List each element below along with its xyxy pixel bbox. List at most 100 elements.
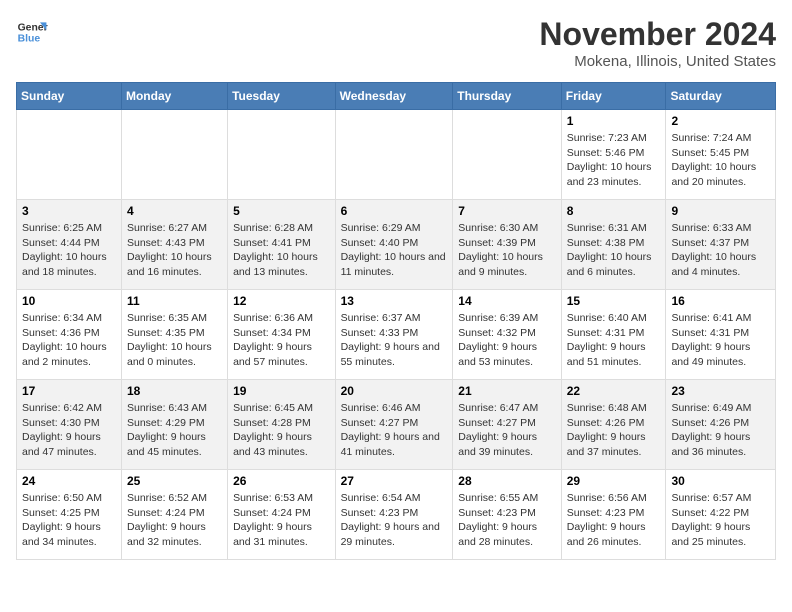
calendar-cell: 18 Sunrise: 6:43 AM Sunset: 4:29 PM Dayli… — [121, 380, 227, 470]
calendar-cell: 23 Sunrise: 6:49 AM Sunset: 4:26 PM Dayli… — [666, 380, 776, 470]
calendar-cell: 1Sunrise: 7:23 AM Sunset: 5:46 PM Daylig… — [561, 110, 666, 200]
day-of-week-header: Wednesday — [335, 83, 453, 110]
calendar-cell: 25 Sunrise: 6:52 AM Sunset: 4:24 PM Dayli… — [121, 470, 227, 560]
day-of-week-header: Friday — [561, 83, 666, 110]
day-number: 27 — [341, 474, 448, 488]
days-header-row: SundayMondayTuesdayWednesdayThursdayFrid… — [17, 83, 776, 110]
day-info: Sunrise: 6:47 AM Sunset: 4:27 PM Dayligh… — [458, 401, 555, 460]
day-info: Sunrise: 6:49 AM Sunset: 4:26 PM Dayligh… — [671, 401, 770, 460]
day-info: Sunrise: 6:31 AM Sunset: 4:38 PM Dayligh… — [567, 221, 661, 280]
calendar-cell: 26Sunrise: 6:53 AM Sunset: 4:24 PM Dayli… — [228, 470, 335, 560]
logo: General Blue — [16, 16, 48, 48]
day-of-week-header: Saturday — [666, 83, 776, 110]
calendar-cell: 24 Sunrise: 6:50 AM Sunset: 4:25 PM Dayli… — [17, 470, 122, 560]
calendar-cell — [121, 110, 227, 200]
calendar-week-row: 3Sunrise: 6:25 AM Sunset: 4:44 PM Daylig… — [17, 200, 776, 290]
day-info: Sunrise: 7:24 AM Sunset: 5:45 PM Dayligh… — [671, 131, 770, 190]
calendar-cell: 21Sunrise: 6:47 AM Sunset: 4:27 PM Dayli… — [453, 380, 561, 470]
day-number: 18 — [127, 384, 222, 398]
calendar-cell: 27 Sunrise: 6:54 AM Sunset: 4:23 PM Dayli… — [335, 470, 453, 560]
day-number: 23 — [671, 384, 770, 398]
day-info: Sunrise: 6:40 AM Sunset: 4:31 PM Dayligh… — [567, 311, 661, 370]
day-info: Sunrise: 6:39 AM Sunset: 4:32 PM Dayligh… — [458, 311, 555, 370]
calendar-week-row: 24 Sunrise: 6:50 AM Sunset: 4:25 PM Dayli… — [17, 470, 776, 560]
day-info: Sunrise: 6:42 AM Sunset: 4:30 PM Dayligh… — [22, 401, 116, 460]
day-info: Sunrise: 6:35 AM Sunset: 4:35 PM Dayligh… — [127, 311, 222, 370]
day-info: Sunrise: 6:45 AM Sunset: 4:28 PM Dayligh… — [233, 401, 329, 460]
day-info: Sunrise: 6:29 AM Sunset: 4:40 PM Dayligh… — [341, 221, 448, 280]
day-number: 24 — [22, 474, 116, 488]
day-info: Sunrise: 6:36 AM Sunset: 4:34 PM Dayligh… — [233, 311, 329, 370]
calendar-cell: 7 Sunrise: 6:30 AM Sunset: 4:39 PM Daylig… — [453, 200, 561, 290]
calendar-cell: 13 Sunrise: 6:37 AM Sunset: 4:33 PM Dayli… — [335, 290, 453, 380]
day-info: Sunrise: 6:50 AM Sunset: 4:25 PM Dayligh… — [22, 491, 116, 550]
day-number: 22 — [567, 384, 661, 398]
day-info: Sunrise: 6:37 AM Sunset: 4:33 PM Dayligh… — [341, 311, 448, 370]
day-number: 8 — [567, 204, 661, 218]
day-info: Sunrise: 6:46 AM Sunset: 4:27 PM Dayligh… — [341, 401, 448, 460]
calendar-cell: 30 Sunrise: 6:57 AM Sunset: 4:22 PM Dayli… — [666, 470, 776, 560]
day-info: Sunrise: 6:28 AM Sunset: 4:41 PM Dayligh… — [233, 221, 329, 280]
calendar-cell: 14 Sunrise: 6:39 AM Sunset: 4:32 PM Dayli… — [453, 290, 561, 380]
day-number: 25 — [127, 474, 222, 488]
day-number: 20 — [341, 384, 448, 398]
day-info: Sunrise: 6:41 AM Sunset: 4:31 PM Dayligh… — [671, 311, 770, 370]
calendar-cell: 28Sunrise: 6:55 AM Sunset: 4:23 PM Dayli… — [453, 470, 561, 560]
day-info: Sunrise: 6:52 AM Sunset: 4:24 PM Dayligh… — [127, 491, 222, 550]
day-number: 5 — [233, 204, 329, 218]
day-number: 16 — [671, 294, 770, 308]
day-number: 30 — [671, 474, 770, 488]
day-number: 28 — [458, 474, 555, 488]
calendar-cell: 22Sunrise: 6:48 AM Sunset: 4:26 PM Dayli… — [561, 380, 666, 470]
day-number: 2 — [671, 114, 770, 128]
day-info: Sunrise: 6:57 AM Sunset: 4:22 PM Dayligh… — [671, 491, 770, 550]
calendar-cell: 8 Sunrise: 6:31 AM Sunset: 4:38 PM Daylig… — [561, 200, 666, 290]
day-info: Sunrise: 6:43 AM Sunset: 4:29 PM Dayligh… — [127, 401, 222, 460]
day-number: 29 — [567, 474, 661, 488]
calendar-cell: 17 Sunrise: 6:42 AM Sunset: 4:30 PM Dayli… — [17, 380, 122, 470]
day-info: Sunrise: 6:34 AM Sunset: 4:36 PM Dayligh… — [22, 311, 116, 370]
calendar-cell: 20 Sunrise: 6:46 AM Sunset: 4:27 PM Dayli… — [335, 380, 453, 470]
calendar-cell: 19 Sunrise: 6:45 AM Sunset: 4:28 PM Dayli… — [228, 380, 335, 470]
calendar-cell: 29 Sunrise: 6:56 AM Sunset: 4:23 PM Dayli… — [561, 470, 666, 560]
day-number: 3 — [22, 204, 116, 218]
calendar-week-row: 1Sunrise: 7:23 AM Sunset: 5:46 PM Daylig… — [17, 110, 776, 200]
calendar-cell — [228, 110, 335, 200]
day-of-week-header: Sunday — [17, 83, 122, 110]
day-number: 15 — [567, 294, 661, 308]
day-number: 13 — [341, 294, 448, 308]
day-number: 12 — [233, 294, 329, 308]
calendar-cell: 15 Sunrise: 6:40 AM Sunset: 4:31 PM Dayli… — [561, 290, 666, 380]
day-of-week-header: Monday — [121, 83, 227, 110]
location-subtitle: Mokena, Illinois, United States — [539, 53, 776, 70]
day-number: 4 — [127, 204, 222, 218]
day-number: 7 — [458, 204, 555, 218]
day-number: 17 — [22, 384, 116, 398]
calendar-cell: 2 Sunrise: 7:24 AM Sunset: 5:45 PM Daylig… — [666, 110, 776, 200]
logo-icon: General Blue — [16, 16, 48, 48]
day-info: Sunrise: 6:30 AM Sunset: 4:39 PM Dayligh… — [458, 221, 555, 280]
day-number: 9 — [671, 204, 770, 218]
calendar-cell: 5 Sunrise: 6:28 AM Sunset: 4:41 PM Daylig… — [228, 200, 335, 290]
svg-text:Blue: Blue — [18, 34, 41, 45]
day-number: 19 — [233, 384, 329, 398]
month-year-title: November 2024 — [539, 16, 776, 53]
day-number: 1 — [567, 114, 661, 128]
day-info: Sunrise: 6:54 AM Sunset: 4:23 PM Dayligh… — [341, 491, 448, 550]
calendar-table: SundayMondayTuesdayWednesdayThursdayFrid… — [16, 82, 776, 560]
calendar-week-row: 17 Sunrise: 6:42 AM Sunset: 4:30 PM Dayli… — [17, 380, 776, 470]
calendar-cell — [453, 110, 561, 200]
day-of-week-header: Tuesday — [228, 83, 335, 110]
calendar-cell: 10 Sunrise: 6:34 AM Sunset: 4:36 PM Dayli… — [17, 290, 122, 380]
day-number: 26 — [233, 474, 329, 488]
title-block: November 2024 Mokena, Illinois, United S… — [539, 16, 776, 70]
day-number: 10 — [22, 294, 116, 308]
day-info: Sunrise: 6:56 AM Sunset: 4:23 PM Dayligh… — [567, 491, 661, 550]
calendar-cell: 4 Sunrise: 6:27 AM Sunset: 4:43 PM Daylig… — [121, 200, 227, 290]
day-info: Sunrise: 6:27 AM Sunset: 4:43 PM Dayligh… — [127, 221, 222, 280]
calendar-cell: 9Sunrise: 6:33 AM Sunset: 4:37 PM Daylig… — [666, 200, 776, 290]
day-number: 6 — [341, 204, 448, 218]
day-number: 11 — [127, 294, 222, 308]
day-number: 14 — [458, 294, 555, 308]
page-header: General Blue November 2024 Mokena, Illin… — [16, 16, 776, 70]
